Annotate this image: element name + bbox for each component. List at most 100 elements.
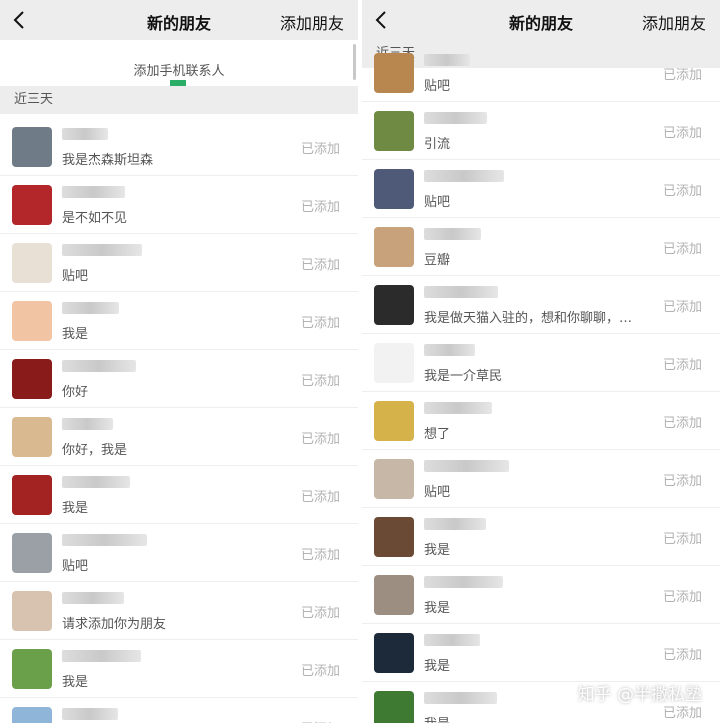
- friend-request-row[interactable]: 已添加: [0, 698, 358, 723]
- contact-name-redacted: [424, 170, 504, 182]
- contact-name-redacted: [424, 402, 492, 414]
- avatar[interactable]: [12, 649, 52, 689]
- contact-name-redacted: [424, 518, 486, 530]
- added-status: 已添加: [300, 432, 340, 447]
- added-status: 已添加: [662, 126, 702, 141]
- avatar[interactable]: [374, 401, 414, 441]
- friend-request-row[interactable]: 贴吧 已添加: [362, 160, 720, 218]
- watermark: 知乎 @半撒私塾: [577, 685, 702, 705]
- avatar[interactable]: [12, 475, 52, 515]
- friend-request-row[interactable]: 请求添加你为朋友 已添加: [0, 582, 358, 640]
- avatar[interactable]: [12, 301, 52, 341]
- request-message: 想了: [424, 427, 451, 442]
- contact-name-redacted: [424, 634, 480, 646]
- avatar[interactable]: [374, 633, 414, 673]
- contact-name-redacted: [424, 228, 481, 240]
- friend-request-row[interactable]: 我是 已添加: [0, 292, 358, 350]
- added-status: 已添加: [300, 548, 340, 563]
- request-message: 我是: [424, 713, 450, 723]
- added-status: 已添加: [301, 718, 340, 723]
- added-status: 已添加: [662, 68, 702, 83]
- request-message: 我是: [62, 675, 89, 690]
- request-message: 你好: [62, 385, 89, 400]
- added-status: 已添加: [662, 474, 702, 489]
- request-message: 我是杰森斯坦森: [62, 153, 154, 168]
- avatar[interactable]: [374, 285, 414, 325]
- avatar[interactable]: [374, 517, 414, 557]
- avatar[interactable]: [374, 227, 414, 267]
- friend-request-row[interactable]: 我是 已添加: [0, 466, 358, 524]
- request-message: 贴吧: [424, 485, 451, 500]
- add-friend-button[interactable]: 添加朋友: [642, 10, 706, 34]
- avatar[interactable]: [12, 707, 52, 723]
- request-message: 贴吧: [62, 269, 89, 284]
- contact-name-redacted: [62, 418, 113, 430]
- added-status: 已添加: [662, 300, 702, 315]
- contact-name-redacted: [62, 128, 108, 140]
- friend-request-row[interactable]: 贴吧 已添加: [362, 44, 720, 102]
- contact-name-redacted: [62, 708, 118, 720]
- avatar[interactable]: [374, 111, 414, 151]
- right-nav-bar: 新的朋友 添加朋友: [362, 0, 720, 40]
- avatar[interactable]: [374, 169, 414, 209]
- contact-name-redacted: [424, 460, 509, 472]
- contact-name-redacted: [424, 286, 498, 298]
- request-message: 是不如不见: [62, 211, 128, 226]
- friend-request-row[interactable]: 豆瓣 已添加: [362, 218, 720, 276]
- avatar[interactable]: [12, 243, 52, 283]
- request-message: 贴吧: [62, 559, 89, 574]
- added-status: 已添加: [662, 184, 702, 199]
- avatar[interactable]: [374, 459, 414, 499]
- friend-request-row[interactable]: 想了 已添加: [362, 392, 720, 450]
- added-status: 已添加: [662, 532, 702, 547]
- request-message: 我是做天猫入驻的，想和你聊聊，…: [424, 311, 633, 326]
- added-status: 已添加: [300, 374, 340, 389]
- contact-name-redacted: [62, 244, 142, 256]
- avatar[interactable]: [374, 343, 414, 383]
- added-status: 已添加: [300, 316, 340, 331]
- contact-name-redacted: [62, 650, 141, 662]
- avatar[interactable]: [12, 185, 52, 225]
- avatar[interactable]: [12, 359, 52, 399]
- request-message: 我是: [424, 543, 451, 558]
- added-status: 已添加: [662, 416, 702, 431]
- add-phone-contacts-label[interactable]: 添加手机联系人: [0, 60, 358, 79]
- added-status: 已添加: [300, 490, 340, 505]
- friend-request-row[interactable]: 你好 已添加: [0, 350, 358, 408]
- avatar[interactable]: [374, 575, 414, 615]
- contact-name-redacted: [424, 576, 503, 588]
- left-nav-bar: 新的朋友 添加朋友: [0, 0, 358, 40]
- contact-name-redacted: [62, 476, 130, 488]
- scrollbar[interactable]: [353, 44, 356, 80]
- friend-request-row[interactable]: 我是 已添加: [362, 624, 720, 682]
- friend-request-row[interactable]: 贴吧 已添加: [0, 524, 358, 582]
- section-header-recent: 近三天: [0, 86, 358, 114]
- request-message: 你好，我是: [62, 443, 128, 458]
- request-message: 我是: [424, 601, 451, 616]
- friend-request-row[interactable]: 我是 已添加: [362, 566, 720, 624]
- avatar[interactable]: [12, 127, 52, 167]
- friend-request-row[interactable]: 贴吧 已添加: [362, 450, 720, 508]
- friend-request-row[interactable]: 我是杰森斯坦森 已添加: [0, 118, 358, 176]
- add-friend-button[interactable]: 添加朋友: [280, 10, 344, 34]
- friend-request-row[interactable]: 是不如不见 已添加: [0, 176, 358, 234]
- avatar[interactable]: [12, 417, 52, 457]
- avatar[interactable]: [374, 53, 414, 93]
- friend-request-row[interactable]: 我是 已添加: [362, 508, 720, 566]
- friend-request-row[interactable]: 我是 已添加: [0, 640, 358, 698]
- avatar[interactable]: [12, 591, 52, 631]
- request-message: 引流: [424, 137, 451, 152]
- request-message: 贴吧: [424, 195, 451, 210]
- friend-request-row[interactable]: 我是做天猫入驻的，想和你聊聊，… 已添加: [362, 276, 720, 334]
- added-status: 已添加: [662, 648, 702, 663]
- friend-request-row[interactable]: 引流 已添加: [362, 102, 720, 160]
- contact-name-redacted: [62, 186, 125, 198]
- avatar[interactable]: [374, 691, 414, 723]
- added-status: 已添加: [662, 590, 702, 605]
- left-screen: 新的朋友 添加朋友 添加手机联系人 近三天 我是杰森斯坦森 已添加 是不如不见 已添加…: [0, 0, 358, 723]
- avatar[interactable]: [12, 533, 52, 573]
- friend-request-row[interactable]: 我是一介草民 已添加: [362, 334, 720, 392]
- request-message: 我是: [62, 501, 89, 516]
- friend-request-row[interactable]: 你好，我是 已添加: [0, 408, 358, 466]
- friend-request-row[interactable]: 贴吧 已添加: [0, 234, 358, 292]
